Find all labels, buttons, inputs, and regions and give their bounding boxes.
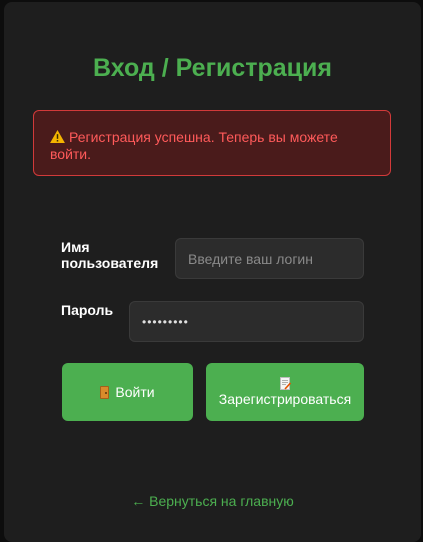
warning-icon [50,130,65,143]
alert-message: Регистрация успешна. Теперь вы можете во… [50,129,338,162]
memo-icon [279,377,291,390]
page-title: Вход / Регистрация [92,54,333,82]
password-label: Пароль [61,302,114,318]
success-alert: Регистрация успешна. Теперь вы можете во… [33,110,391,176]
door-icon [100,385,110,399]
username-label: Имя пользователя [61,239,159,271]
login-button-label: Войти [115,384,155,400]
auth-card: Вход / Регистрация Регистрация успешна. … [4,2,421,542]
back-home-link[interactable]: ← Вернуться на главную [4,493,421,509]
login-button[interactable]: Войти [62,363,193,421]
password-input[interactable] [129,301,364,342]
register-button-label: Зарегистрироваться [218,391,352,407]
register-button[interactable]: Зарегистрироваться [206,363,364,421]
username-input[interactable] [175,238,364,279]
